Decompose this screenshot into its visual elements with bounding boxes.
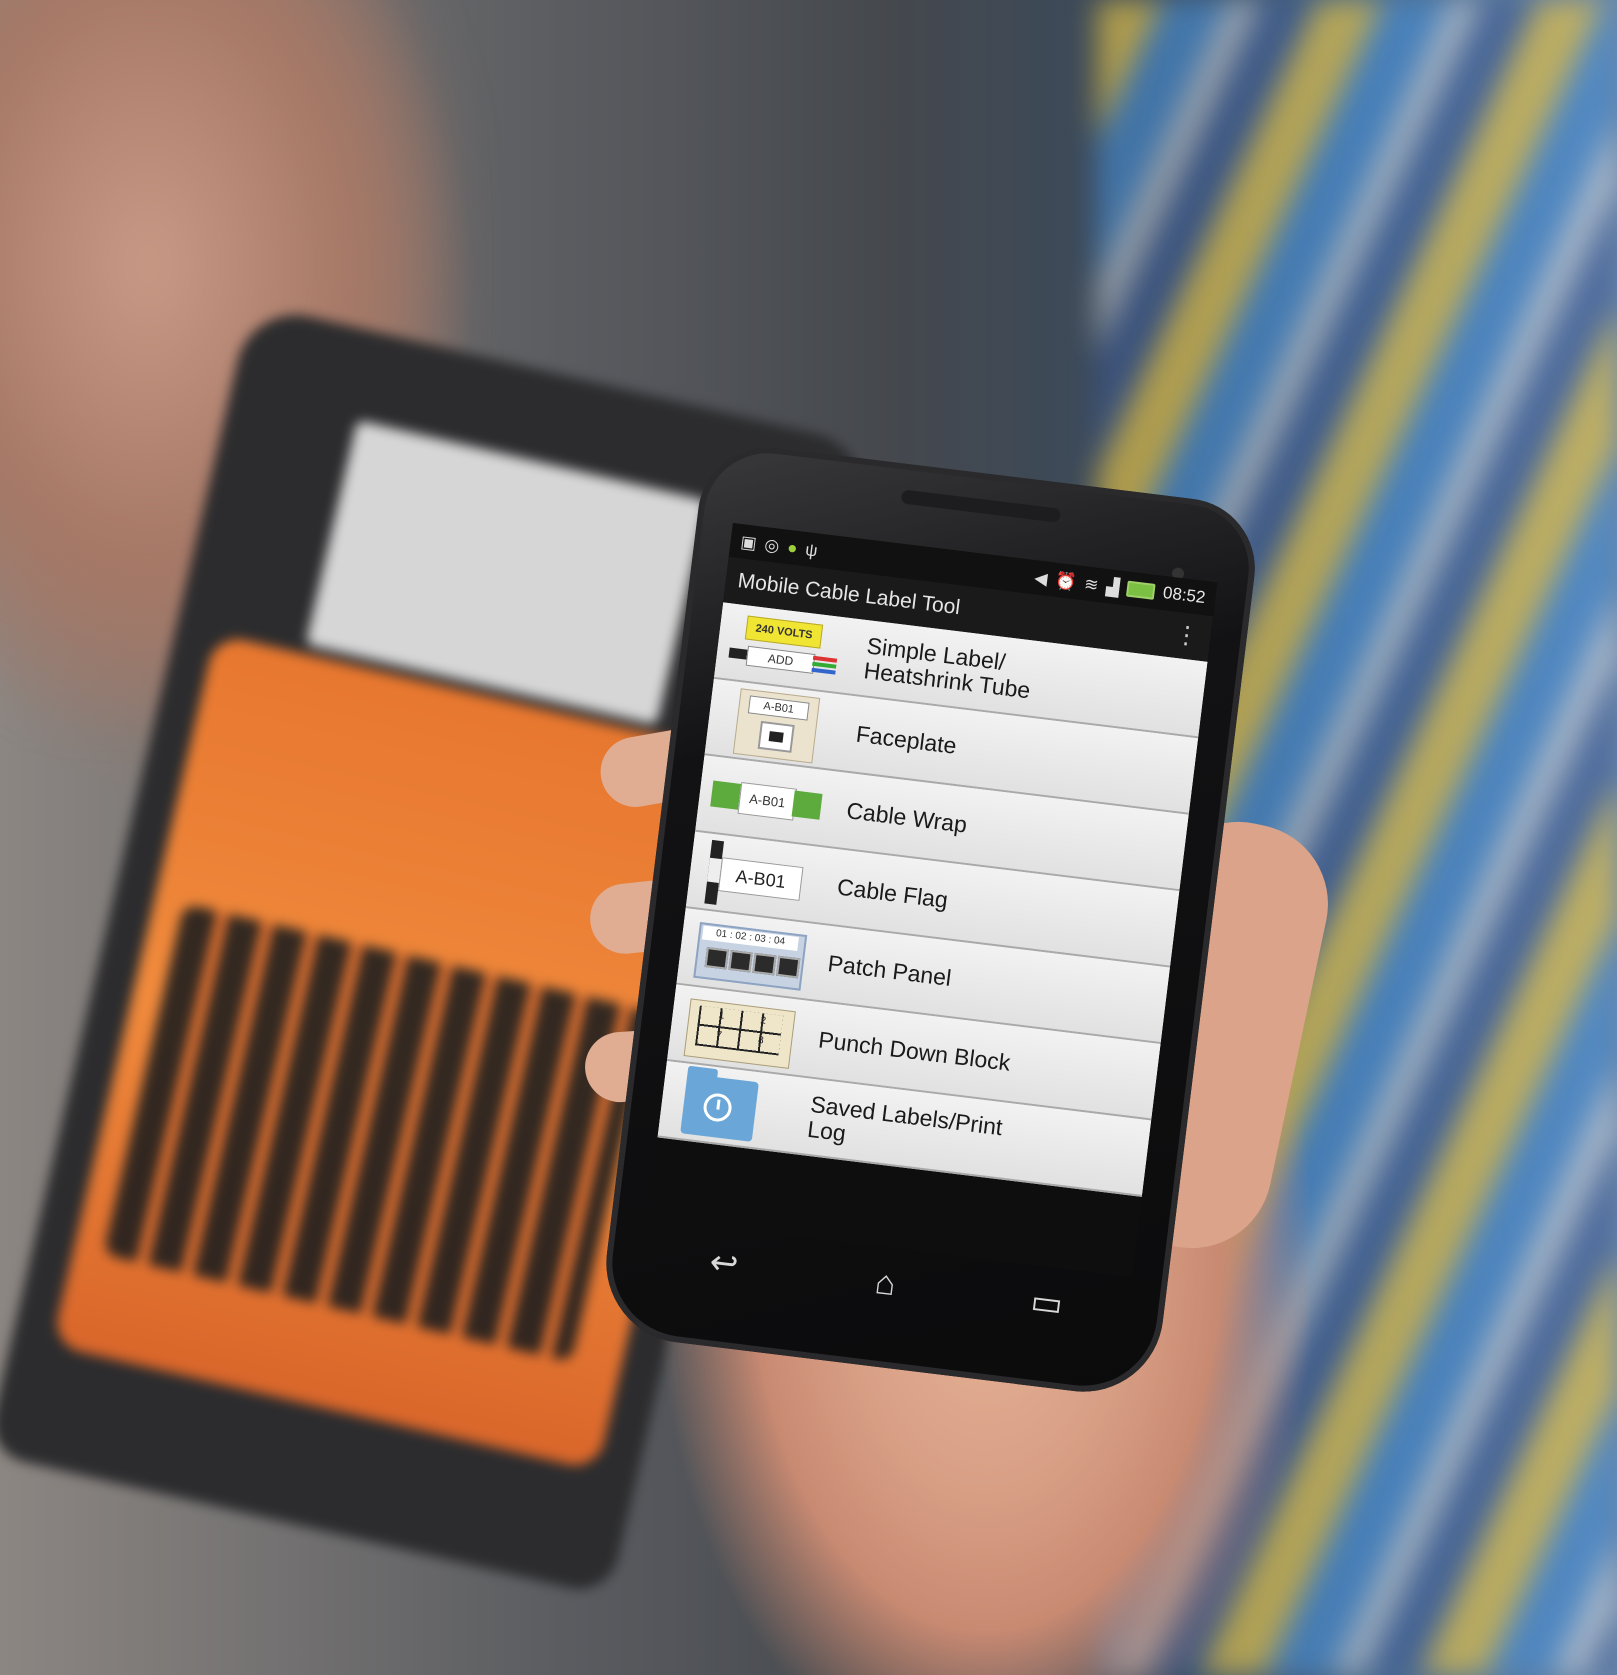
phone-screen: ▣ ◎ ● ψ ◀ ⏰ ≋ ▟ 08:52 Mobile Cable Label…	[647, 523, 1218, 1278]
thumb-label-text: 240 VOLTS	[744, 615, 824, 649]
faceplate-icon: A-B01	[717, 686, 834, 763]
cable-flag-icon: A-B01	[698, 839, 815, 916]
thumb-label-text: 8	[757, 1034, 765, 1047]
overflow-menu-icon[interactable]: ⋮	[1173, 621, 1200, 651]
thumb-label-text: A-B01	[718, 856, 804, 901]
battery-icon	[1126, 580, 1157, 600]
menu-item-label: Patch Panel	[826, 950, 953, 992]
back-icon[interactable]: ↩	[692, 1240, 756, 1287]
menu-item-label: Cable Flag	[835, 873, 950, 914]
cable-wrap-icon: A-B01	[708, 762, 825, 839]
status-time: 08:52	[1161, 583, 1207, 608]
smartphone: ▣ ◎ ● ψ ◀ ⏰ ≋ ▟ 08:52 Mobile Cable Label…	[597, 439, 1263, 1401]
usb-icon: ψ	[804, 539, 819, 560]
menu-item-label: Cable Wrap	[845, 797, 969, 839]
thumb-label-text: A-B01	[737, 781, 798, 821]
earpiece-speaker	[900, 489, 1062, 523]
thumb-label-text: ADD	[745, 645, 816, 674]
thumb-label-text: 7	[715, 1029, 723, 1041]
patch-panel-icon: 01 : 02 : 03 : 04	[689, 915, 808, 992]
punch-down-block-icon: 1 2 7 8	[680, 991, 797, 1069]
label-type-list: 240 VOLTS ADD Simple Label/ Heatshrink T…	[657, 602, 1208, 1197]
image-icon: ▣	[739, 531, 758, 553]
phone-body: ▣ ◎ ● ψ ◀ ⏰ ≋ ▟ 08:52 Mobile Cable Label…	[597, 439, 1263, 1401]
history-folder-icon	[670, 1068, 787, 1145]
volume-icon: ◀	[1033, 567, 1049, 589]
menu-item-label: Saved Labels/Print Log	[806, 1091, 1004, 1146]
recents-icon[interactable]: ▭	[1015, 1280, 1079, 1327]
thumb-label-text: 2	[759, 1014, 767, 1027]
menu-item-label: Faceplate	[854, 721, 958, 760]
menu-item-label: Simple Label/ Heatshrink Tube	[862, 632, 1032, 703]
whatsapp-icon: ◎	[763, 534, 781, 556]
heatshrink-tube-icon: 240 VOLTS ADD	[727, 609, 844, 686]
home-icon[interactable]: ⌂	[853, 1260, 917, 1306]
wifi-icon: ≋	[1083, 573, 1100, 595]
menu-item-label: Punch Down Block	[816, 1026, 1012, 1077]
thumb-label-text: 1	[718, 1009, 726, 1022]
alarm-icon: ⏰	[1054, 570, 1078, 592]
android-icon: ●	[786, 537, 799, 558]
signal-icon: ▟	[1105, 576, 1121, 598]
